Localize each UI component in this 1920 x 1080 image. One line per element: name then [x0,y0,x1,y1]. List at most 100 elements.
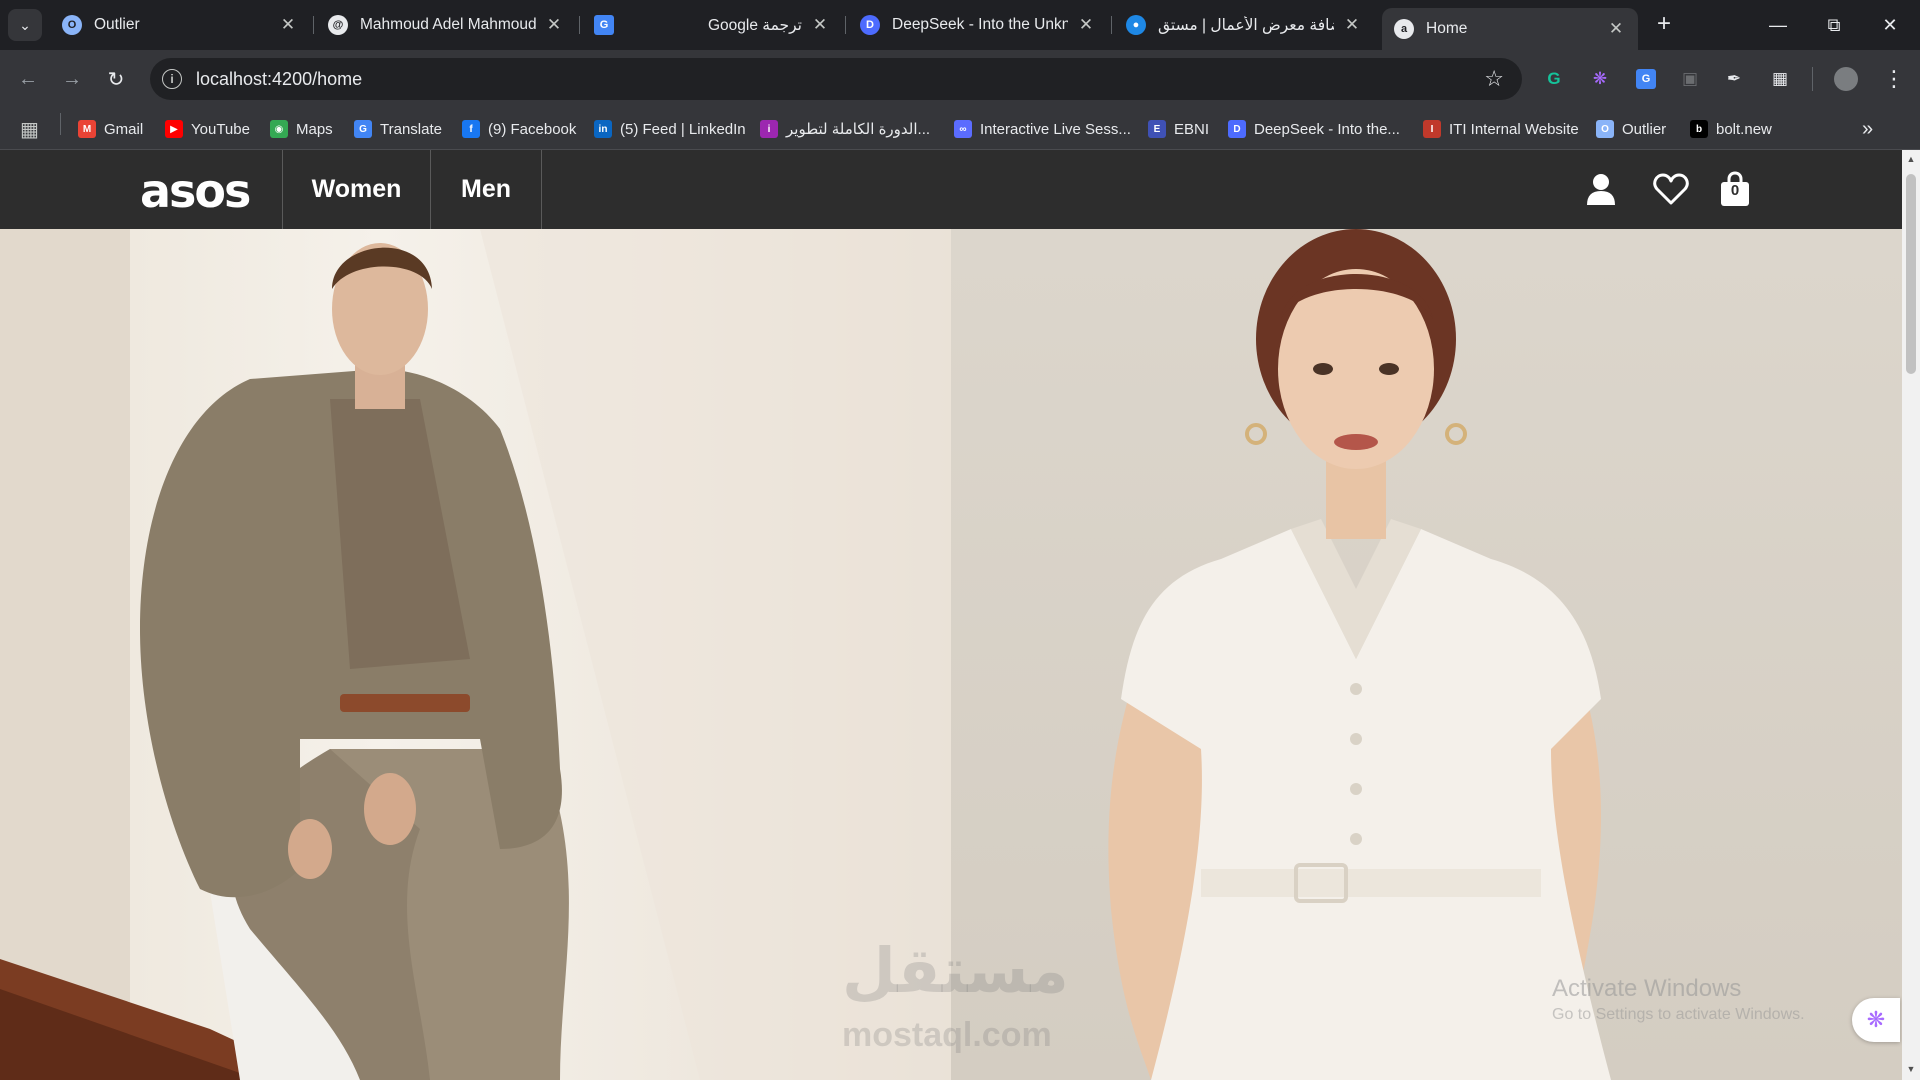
wishlist-heart-icon[interactable] [1652,170,1690,208]
tab-divider [579,16,580,34]
bookmark-iti[interactable]: I ITI Internal Website [1423,118,1579,140]
bookmark-linkedin[interactable]: in (5) Feed | LinkedIn [594,118,746,140]
eyedropper-icon[interactable]: ✒ [1722,67,1746,91]
nav-women[interactable]: Women [282,150,430,229]
tab-title: Google ترجمة [707,16,802,34]
tab-google-translate[interactable]: G Google ترجمة ✕ [582,8,842,42]
bookmark-course[interactable]: i الدورة الكاملة لتطوير... [760,118,930,140]
close-window-button[interactable]: ✕ [1862,0,1918,50]
bookmark-label: EBNI [1174,120,1210,138]
linkedin-icon: in [594,120,612,138]
chevron-down-icon: ⌄ [19,16,31,33]
google-translate-icon: G [594,15,614,35]
course-icon: i [760,120,778,138]
minimize-button[interactable]: — [1750,0,1806,50]
scroll-up-arrow-icon[interactable]: ▲ [1906,154,1916,164]
close-icon[interactable]: ✕ [544,15,564,35]
tab-deepseek[interactable]: D DeepSeek - Into the Unkno ✕ [848,8,1108,42]
mostaql-watermark: مستقل [842,934,1069,1007]
tab-search-button[interactable]: ⌄ [8,9,42,41]
gmail-icon: M [78,120,96,138]
cart-count-badge: 0 [1730,182,1740,199]
bookmark-list: M Gmail ▶ YouTube ◉ Maps G Translate f (9) Facebo… [0,108,1920,150]
women-hero-image[interactable] [951,229,1902,1080]
toolbar-divider [1812,67,1813,91]
brain-extension-icon[interactable]: ❋ [1588,67,1612,91]
reload-icon: ↻ [107,68,125,91]
tab-title: إضافة معرض الأعمال | مستق [1158,16,1334,34]
page-viewport: asos Women Men 0 مستقل mostaql.com Activ… [0,150,1920,1080]
robot-extension-icon[interactable]: ▣ [1678,67,1702,91]
deepseek-icon: D [1228,120,1246,138]
arrow-right-icon: → [62,67,82,90]
address-bar[interactable]: i localhost:4200/home ☆ [150,58,1522,100]
close-icon[interactable]: ✕ [1606,19,1626,39]
tab-threads[interactable]: @ Mahmoud Adel Mahmoud ✕ [316,8,576,42]
tab-divider [313,16,314,34]
chrome-menu-icon[interactable]: ⋮ [1882,66,1906,91]
outlier-icon: O [62,15,82,35]
close-icon[interactable]: ✕ [810,15,830,35]
new-tab-button[interactable]: + [1650,10,1678,38]
bookmark-label: Interactive Live Sess... [980,120,1131,138]
bookmark-gmail[interactable]: M Gmail [78,118,143,140]
close-icon[interactable]: ✕ [1342,15,1362,35]
back-button[interactable]: ← [12,63,44,95]
tab-mostaql[interactable]: ● إضافة معرض الأعمال | مستق ✕ [1114,8,1374,42]
brain-icon: ❋ [1866,1007,1886,1032]
tab-divider [845,16,846,34]
activate-windows-subtitle: Go to Settings to activate Windows. [1552,1006,1805,1023]
profile-avatar[interactable] [1834,67,1858,91]
bookmark-deepseek[interactable]: D DeepSeek - Into the... [1228,118,1400,140]
shopping-bag-icon[interactable]: 0 [1716,170,1754,208]
bookmark-star-icon[interactable]: ☆ [1484,66,1504,92]
grammarly-icon[interactable]: G [1542,67,1566,91]
bookmark-label: bolt.new [1716,120,1772,138]
more-bookmarks-chevron-icon[interactable]: » [1862,118,1873,140]
bookmark-outlier[interactable]: O Outlier [1596,118,1666,140]
bookmark-label: الدورة الكاملة لتطوير... [786,121,931,138]
bookmark-label: Translate [380,120,442,138]
bookmark-bolt[interactable]: b bolt.new [1690,118,1772,140]
men-hero-image[interactable] [0,229,951,1080]
page-scrollbar[interactable]: ▲ ▼ [1902,150,1920,1080]
tab-title: Mahmoud Adel Mahmoud [360,16,536,33]
asos-logo[interactable]: asos [140,164,251,218]
scroll-down-arrow-icon[interactable]: ▼ [1906,1064,1916,1074]
bookmark-youtube[interactable]: ▶ YouTube [165,118,250,140]
forward-button[interactable]: → [56,63,88,95]
bookmark-facebook[interactable]: f (9) Facebook [462,118,576,140]
google-translate-extension-icon[interactable]: G [1634,67,1658,91]
iti-icon: I [1423,120,1441,138]
tab-home-active[interactable]: a Home ✕ [1382,8,1638,50]
bookmark-translate[interactable]: G Translate [354,118,442,140]
bookmark-label: Outlier [1622,120,1667,138]
tab-title: Outlier [94,16,140,33]
tab-strip: ⌄ O Outlier ✕ @ Mahmoud Adel Mahmoud ✕ G… [0,0,1920,50]
bookmark-label: (9) Facebook [488,120,577,138]
close-icon[interactable]: ✕ [278,15,298,35]
man-in-suit-photo [0,229,951,1080]
asos-icon: a [1394,19,1414,39]
deepseek-icon: D [860,15,880,35]
extensions-puzzle-icon[interactable]: ▦ [1768,67,1792,91]
nav-men[interactable]: Men [430,150,542,229]
bookmark-label: Gmail [104,120,144,138]
account-icon[interactable] [1582,170,1620,208]
scroll-thumb[interactable] [1906,174,1916,374]
tab-outlier[interactable]: O Outlier ✕ [50,8,310,42]
bookmark-ebni[interactable]: E EBNI [1148,118,1209,140]
restore-button[interactable]: ⧉ [1806,0,1862,50]
browser-toolbar: ← → ↻ i localhost:4200/home ☆ G ❋ G ▣ ✒ … [0,50,1920,108]
url-text[interactable]: localhost:4200/home [196,69,362,90]
close-icon[interactable]: ✕ [1076,15,1096,35]
assistant-bubble[interactable]: ❋ [1852,998,1900,1042]
site-info-icon[interactable]: i [162,69,182,89]
tab-divider [1111,16,1112,34]
reload-button[interactable]: ↻ [100,63,132,95]
bookmark-live-session[interactable]: ∞ Interactive Live Sess... [954,118,1131,140]
threads-icon: @ [328,15,348,35]
arrow-left-icon: ← [18,67,38,90]
bookmark-maps[interactable]: ◉ Maps [270,118,333,140]
tab-title: Home [1426,20,1468,37]
